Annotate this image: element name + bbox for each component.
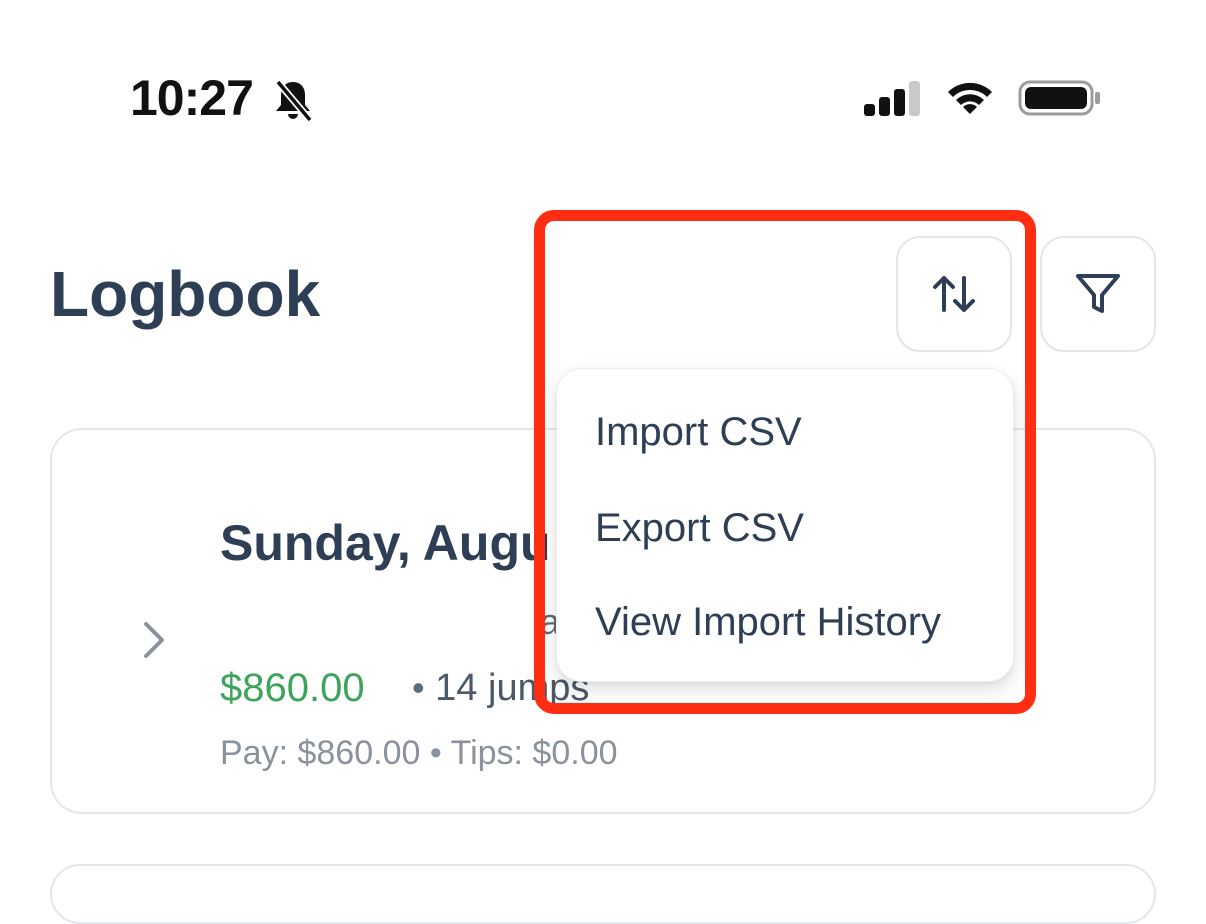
bell-slash-icon: [270, 78, 316, 123]
csv-options-menu: Import CSV Export CSV View Import Histor…: [556, 368, 1014, 682]
entry-amount: $860.00: [220, 666, 365, 710]
menu-item-view-import-history[interactable]: View Import History: [595, 597, 941, 647]
entry-date: Sunday, Augu: [220, 515, 551, 571]
filter-button[interactable]: [1040, 236, 1156, 352]
status-time: 10:27: [130, 70, 254, 126]
menu-item-import-csv[interactable]: Import CSV: [595, 407, 802, 457]
wifi-icon: [944, 78, 996, 118]
chevron-right-icon[interactable]: [138, 618, 170, 662]
separator-dot: •: [412, 667, 425, 708]
cellular-signal-icon: [862, 80, 924, 116]
menu-item-export-csv[interactable]: Export CSV: [595, 503, 804, 553]
filter-funnel-icon: [1076, 274, 1120, 313]
logbook-entry-card[interactable]: [50, 864, 1156, 924]
battery-icon: [1018, 80, 1102, 116]
entry-pay-tips: Pay: $860.00 • Tips: $0.00: [220, 734, 618, 772]
sort-button[interactable]: [896, 236, 1012, 352]
sort-arrows-icon: [933, 276, 975, 312]
page-title: Logbook: [50, 258, 321, 330]
